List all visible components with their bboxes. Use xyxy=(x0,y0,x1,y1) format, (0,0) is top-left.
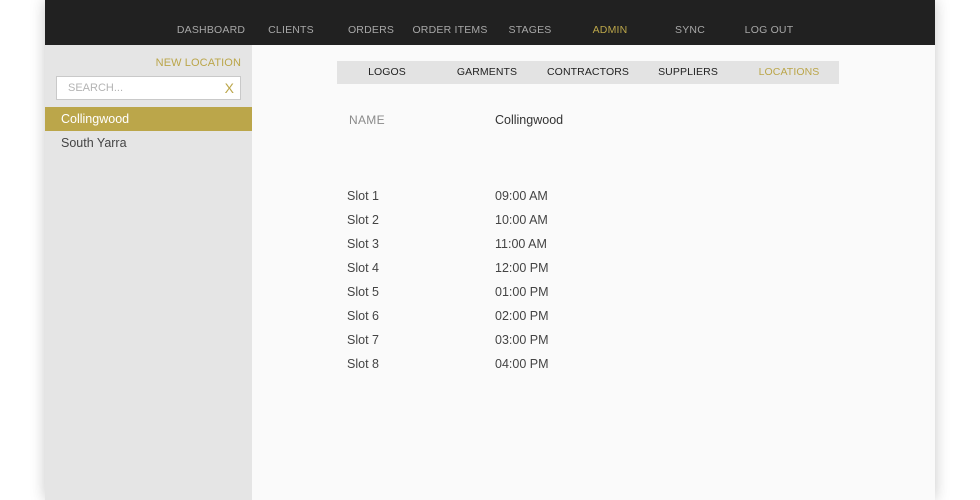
location-item-collingwood[interactable]: Collingwood xyxy=(45,107,252,131)
nav-order-items[interactable]: ORDER ITEMS xyxy=(410,24,490,36)
slot-label: Slot 8 xyxy=(347,357,379,371)
slot-time: 03:00 PM xyxy=(495,333,549,347)
main-content: LOGOS GARMENTS CONTRACTORS SUPPLIERS LOC… xyxy=(252,45,935,500)
top-navigation: DASHBOARD CLIENTS ORDERS ORDER ITEMS STA… xyxy=(45,0,935,45)
slot-row: Slot 1 09:00 AM xyxy=(252,187,935,207)
slot-row: Slot 8 04:00 PM xyxy=(252,355,935,375)
location-item-south-yarra[interactable]: South Yarra xyxy=(45,131,252,155)
slot-row: Slot 5 01:00 PM xyxy=(252,283,935,303)
tab-logos[interactable]: LOGOS xyxy=(337,61,437,84)
slot-row: Slot 7 03:00 PM xyxy=(252,331,935,351)
slot-row: Slot 6 02:00 PM xyxy=(252,307,935,327)
new-location-button[interactable]: NEW LOCATION xyxy=(156,57,241,69)
slot-time: 12:00 PM xyxy=(495,261,549,275)
slot-time: 10:00 AM xyxy=(495,213,548,227)
admin-tabs: LOGOS GARMENTS CONTRACTORS SUPPLIERS LOC… xyxy=(337,61,839,84)
slot-label: Slot 2 xyxy=(347,213,379,227)
search-box: X xyxy=(56,76,241,100)
sidebar: NEW LOCATION X Collingwood South Yarra xyxy=(45,45,252,500)
tab-garments[interactable]: GARMENTS xyxy=(437,61,537,84)
search-input[interactable] xyxy=(57,77,228,99)
slot-row: Slot 4 12:00 PM xyxy=(252,259,935,279)
slot-row: Slot 3 11:00 AM xyxy=(252,235,935,255)
slot-label: Slot 4 xyxy=(347,261,379,275)
name-field-value: Collingwood xyxy=(495,113,564,127)
slot-time: 11:00 AM xyxy=(495,237,547,251)
tab-suppliers[interactable]: SUPPLIERS xyxy=(638,61,738,84)
nav-orders[interactable]: ORDERS xyxy=(331,24,411,36)
nav-log-out[interactable]: LOG OUT xyxy=(729,24,809,36)
nav-admin[interactable]: ADMIN xyxy=(570,24,650,36)
slot-time: 02:00 PM xyxy=(495,309,549,323)
slot-time: 09:00 AM xyxy=(495,189,548,203)
slot-label: Slot 5 xyxy=(347,285,379,299)
app-window: DASHBOARD CLIENTS ORDERS ORDER ITEMS STA… xyxy=(45,0,935,500)
nav-clients[interactable]: CLIENTS xyxy=(251,24,331,36)
slot-time: 01:00 PM xyxy=(495,285,549,299)
tab-locations[interactable]: LOCATIONS xyxy=(739,61,839,84)
nav-dashboard[interactable]: DASHBOARD xyxy=(171,24,251,36)
nav-sync[interactable]: SYNC xyxy=(650,24,730,36)
slot-time: 04:00 PM xyxy=(495,357,549,371)
slot-row: Slot 2 10:00 AM xyxy=(252,211,935,231)
slot-label: Slot 1 xyxy=(347,189,379,203)
clear-search-icon[interactable]: X xyxy=(225,79,234,97)
slot-label: Slot 6 xyxy=(347,309,379,323)
slot-label: Slot 3 xyxy=(347,237,379,251)
tab-contractors[interactable]: CONTRACTORS xyxy=(538,61,638,84)
slot-label: Slot 7 xyxy=(347,333,379,347)
nav-stages[interactable]: STAGES xyxy=(490,24,570,36)
name-field-label: NAME xyxy=(349,113,385,127)
